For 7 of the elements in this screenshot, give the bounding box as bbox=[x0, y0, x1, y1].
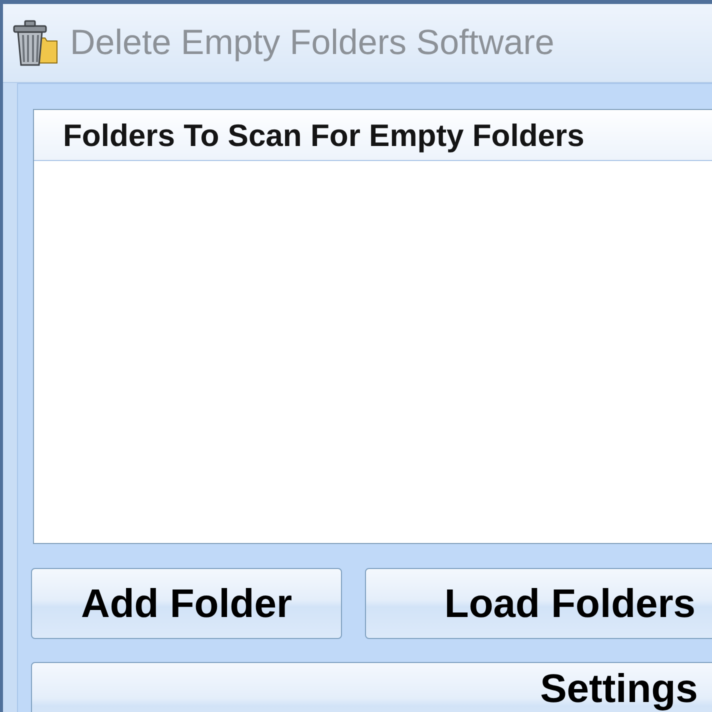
action-button[interactable]: Settings bbox=[31, 662, 712, 712]
column-header[interactable]: Folders To Scan For Empty Folders bbox=[34, 111, 712, 161]
folder-list-box[interactable]: Folders To Scan For Empty Folders bbox=[33, 109, 712, 544]
action-button[interactable]: Load Folders bbox=[365, 568, 712, 639]
trash-can-icon bbox=[12, 20, 58, 66]
window-title: Delete Empty Folders Software bbox=[70, 23, 554, 63]
action-button[interactable]: Add Folder bbox=[31, 568, 342, 639]
